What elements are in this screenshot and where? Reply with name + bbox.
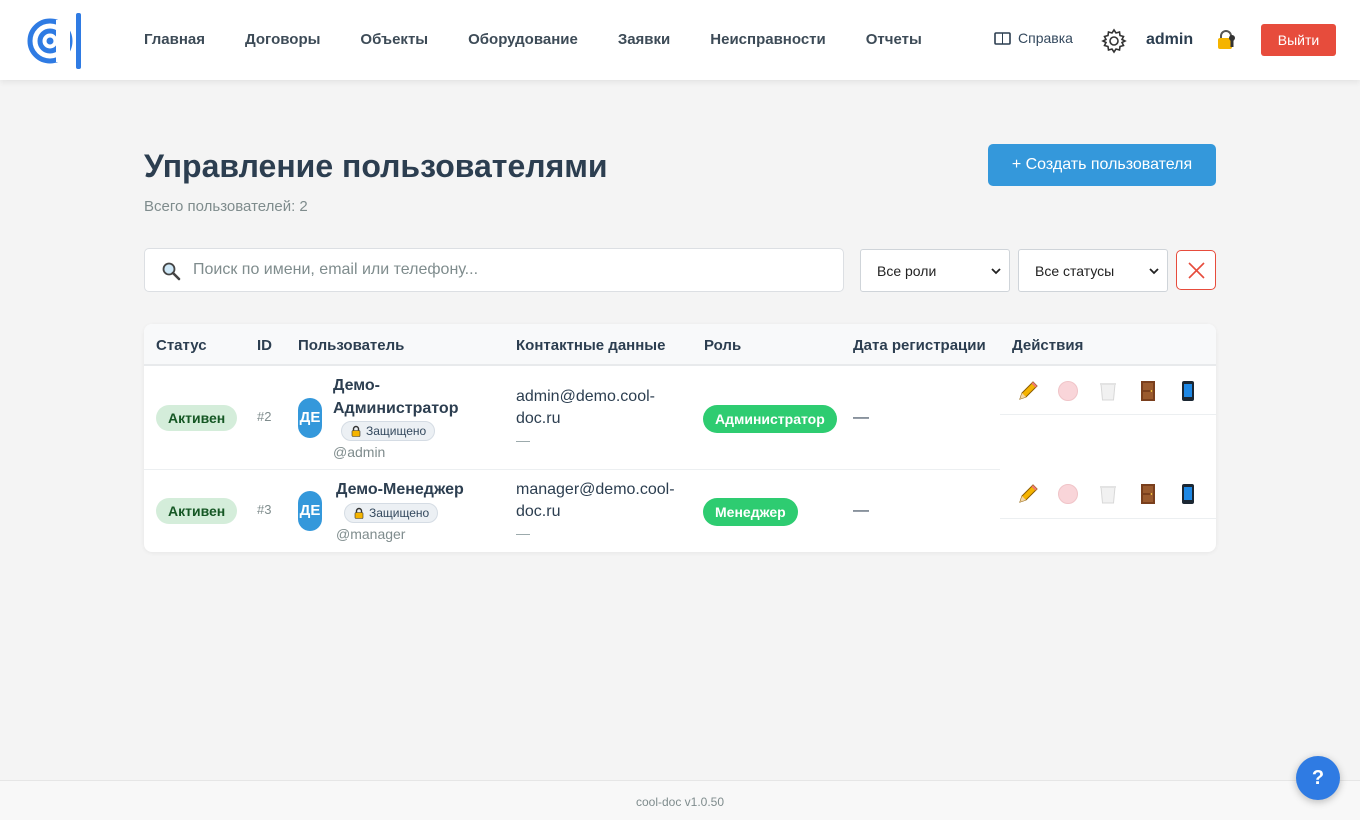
user-email: admin@demo.cool- doc.ru [516,388,655,427]
lock-icon [351,425,361,437]
phone-icon[interactable] [1177,483,1199,505]
logout-button[interactable]: Выйти [1261,24,1336,56]
lock-key-icon[interactable] [1215,29,1237,51]
nav-equipment[interactable]: Оборудование [448,0,598,80]
actions-divider [1000,518,1216,519]
reg-date: — [853,502,869,519]
col-id: ID [257,337,272,354]
user-login: @admin [333,444,386,460]
user-id: #3 [257,502,272,517]
app-logo-icon[interactable] [26,12,84,70]
page-title: Управление пользователями [144,148,608,184]
user-phone: — [516,432,530,448]
current-username: admin [1146,31,1194,48]
role-badge: Администратор [703,405,837,433]
status-badge: Активен [156,405,238,431]
deactivate-icon[interactable] [1057,380,1079,402]
top-navbar: Главная Договоры Объекты Оборудование За… [0,0,1360,80]
create-user-button[interactable]: + Создать пользователя [988,144,1216,186]
role-filter-value: Все роли [877,262,937,279]
avatar: ДЕ [298,491,322,531]
col-reg-date: Дата регистрации [853,337,986,354]
user-login: @manager [336,526,406,542]
chevron-down-icon [991,267,1001,274]
nav-requests[interactable]: Заявки [598,0,690,80]
search-box [144,248,844,292]
nav-objects[interactable]: Объекты [340,0,448,80]
avatar: ДЕ [298,398,322,438]
users-table: Статус ID Пользователь Контактные данные… [144,324,1216,552]
row-divider [144,469,1000,470]
help-label: Справка [1018,30,1073,46]
user-id: #2 [257,409,272,424]
status-badge: Активен [156,498,238,524]
col-role: Роль [704,337,742,354]
trash-icon[interactable] [1097,380,1119,402]
protected-badge: Защищено [344,503,439,523]
user-email: manager@demo.cool- doc.ru [516,481,675,520]
search-input[interactable] [193,249,833,291]
nav-home[interactable]: Главная [124,0,225,80]
pencil-icon[interactable] [1017,483,1039,505]
actions-divider [1000,414,1216,415]
search-icon [162,262,181,281]
status-filter-value: Все статусы [1035,262,1115,279]
pencil-icon[interactable] [1017,380,1039,402]
protected-badge: Защищено [341,421,436,441]
footer: cool-doc v1.0.50 [0,780,1360,820]
nav-contracts[interactable]: Договоры [225,0,340,80]
chevron-down-icon [1149,267,1159,274]
nav-reports[interactable]: Отчеты [846,0,942,80]
book-icon [994,31,1011,45]
role-badge: Менеджер [703,498,798,526]
nav-faults[interactable]: Неисправности [690,0,845,80]
col-status: Статус [156,337,207,354]
col-actions: Действия [1012,337,1084,354]
app-version: cool-doc v1.0.50 [635,795,725,809]
gear-icon[interactable] [1101,28,1127,54]
help-fab-button[interactable]: ? [1296,756,1340,800]
deactivate-icon[interactable] [1057,483,1079,505]
user-name[interactable]: Демо- Администратор [333,374,458,420]
door-icon[interactable] [1137,483,1159,505]
trash-icon[interactable] [1097,483,1119,505]
phone-icon[interactable] [1177,380,1199,402]
help-link[interactable]: Справка [994,30,1073,46]
reg-date: — [853,409,869,426]
user-name[interactable]: Демо-Менеджер [336,478,464,501]
status-filter-select[interactable]: Все статусы [1018,249,1168,292]
col-contacts: Контактные данные [516,337,666,354]
clear-filters-button[interactable] [1176,250,1216,290]
role-filter-select[interactable]: Все роли [860,249,1010,292]
user-phone: — [516,525,530,541]
close-icon [1188,262,1205,279]
main-nav: Главная Договоры Объекты Оборудование За… [124,0,942,80]
door-icon[interactable] [1137,380,1159,402]
users-count: Всего пользователей: 2 [144,198,308,215]
col-user: Пользователь [298,337,405,354]
lock-icon [354,507,364,519]
